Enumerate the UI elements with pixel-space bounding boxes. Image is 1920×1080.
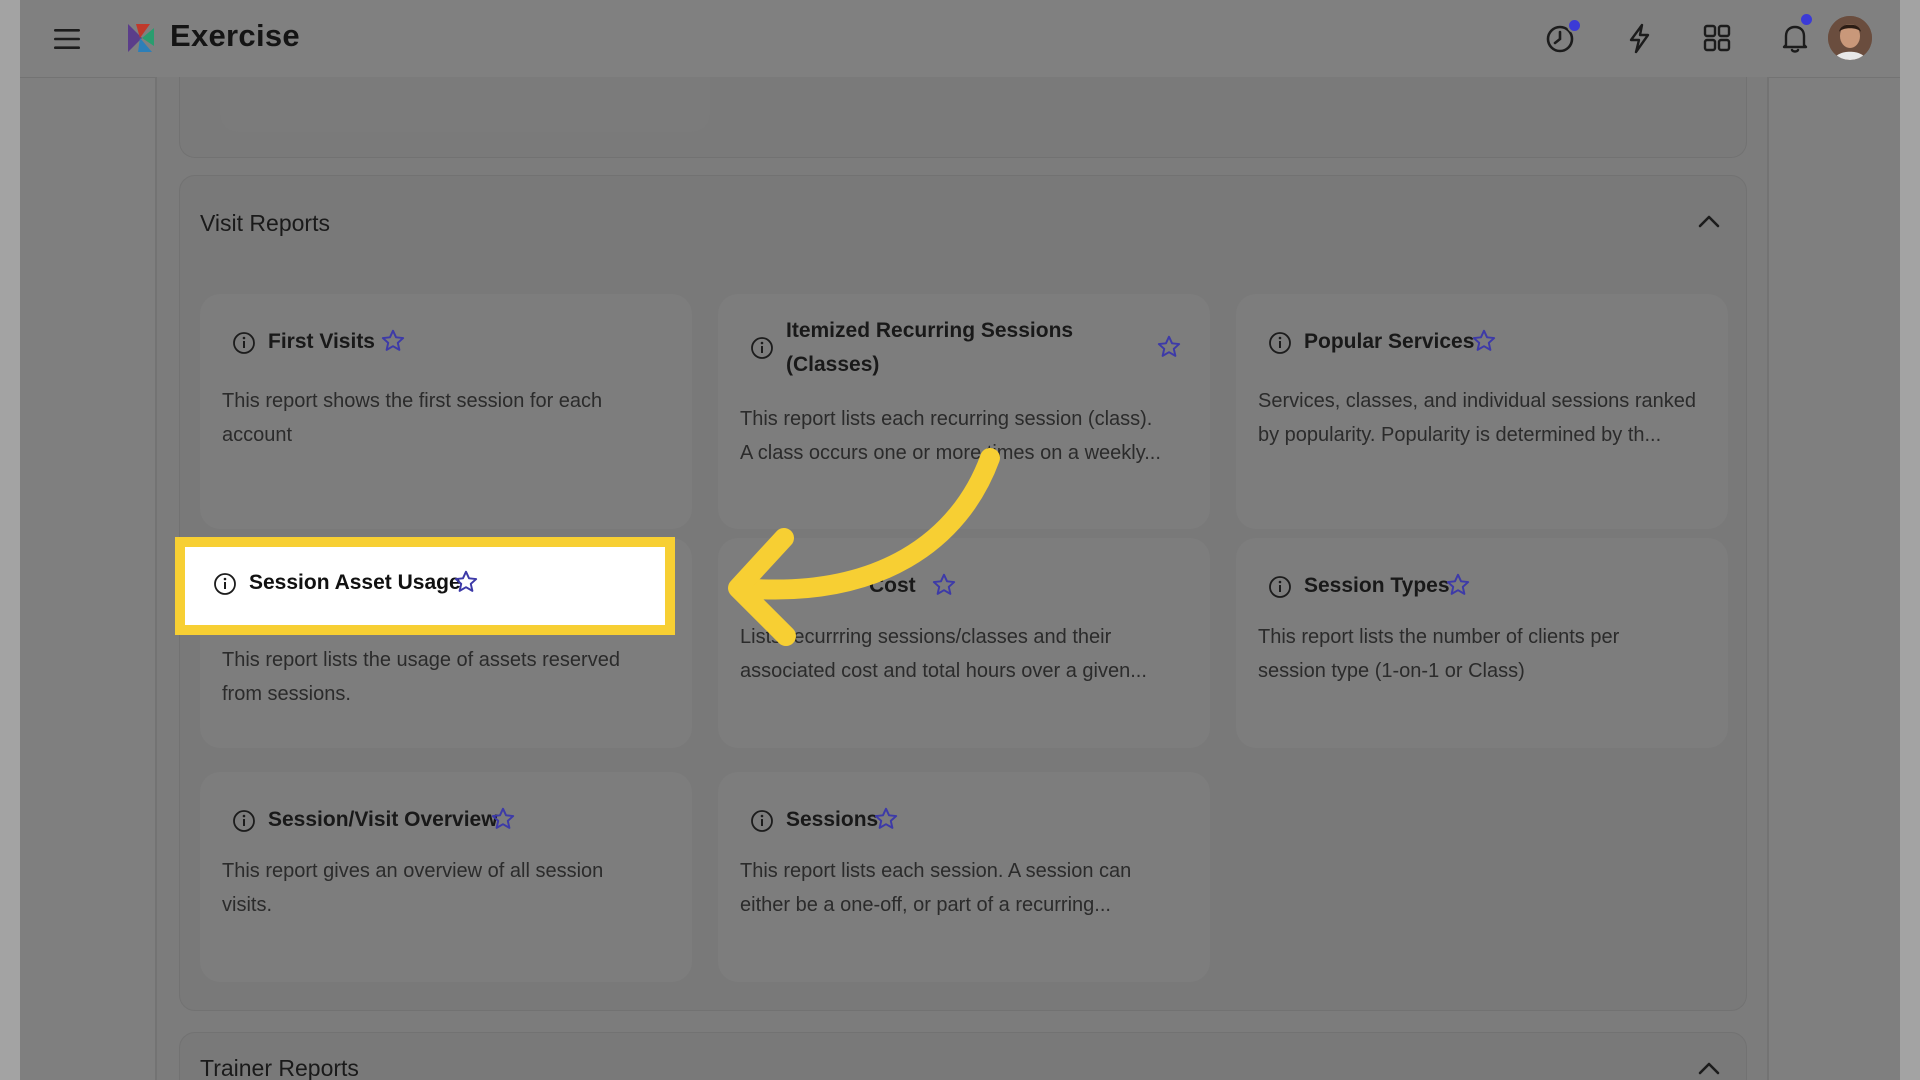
card-description: This report shows the first session for … bbox=[222, 390, 603, 446]
card-title: Session Asset Usage bbox=[249, 571, 461, 594]
card-header: Popular Services bbox=[1268, 326, 1708, 362]
card-header: First Visits bbox=[232, 326, 672, 362]
card-header: Session Types bbox=[1268, 570, 1708, 606]
star-outline-icon[interactable] bbox=[490, 806, 516, 832]
info-icon[interactable] bbox=[232, 809, 256, 833]
previous-section bbox=[179, 77, 1747, 158]
lightning-icon[interactable] bbox=[1621, 20, 1657, 56]
chevron-up-icon[interactable] bbox=[1694, 1057, 1724, 1080]
info-icon[interactable] bbox=[750, 809, 774, 833]
card-description: Lists recurrring sessions/classes and th… bbox=[740, 626, 1147, 682]
info-icon[interactable] bbox=[213, 572, 237, 596]
card-header: Cost bbox=[750, 570, 1190, 606]
notification-dot bbox=[1799, 12, 1814, 27]
card-title: First Visits bbox=[268, 330, 375, 353]
card-description: This report lists each session. A sessio… bbox=[740, 860, 1132, 916]
star-outline-icon[interactable] bbox=[873, 806, 899, 832]
report-card-popular-services[interactable]: Popular Services Services, classes, and … bbox=[1236, 294, 1728, 529]
avatar[interactable] bbox=[1828, 16, 1872, 60]
app-title: Exercise bbox=[170, 18, 300, 53]
star-outline-icon[interactable] bbox=[1471, 328, 1497, 354]
report-card-sessions[interactable]: Sessions This report lists each session.… bbox=[718, 772, 1210, 982]
card-header: Session/Visit Overview bbox=[232, 804, 672, 840]
info-icon[interactable] bbox=[1268, 331, 1292, 355]
report-card-session-types[interactable]: Session Types This report lists the numb… bbox=[1236, 538, 1728, 748]
card-title: Sessions bbox=[786, 808, 879, 831]
card-title: Session/Visit Overview bbox=[268, 808, 498, 831]
hamburger-icon[interactable] bbox=[52, 26, 82, 52]
info-icon[interactable] bbox=[1268, 575, 1292, 599]
star-outline-icon[interactable] bbox=[380, 328, 406, 354]
report-card-itemized-recurring-sessions[interactable]: Itemized Recurring Sessions (Classes) Th… bbox=[718, 294, 1210, 529]
card-description: This report gives an overview of all ses… bbox=[222, 860, 604, 916]
card-header: Sessions bbox=[750, 804, 1190, 840]
star-outline-icon[interactable] bbox=[1156, 334, 1182, 360]
info-icon[interactable] bbox=[232, 331, 256, 355]
section-title: Visit Reports bbox=[200, 210, 330, 236]
highlighted-session-asset-usage[interactable]: Session Asset Usage bbox=[175, 537, 675, 635]
notification-dot bbox=[1567, 18, 1582, 33]
card-title: Popular Services bbox=[1304, 330, 1475, 353]
card-title: Session Types bbox=[1304, 574, 1450, 597]
clock-icon[interactable] bbox=[1543, 18, 1582, 56]
section-title: Trainer Reports bbox=[200, 1055, 359, 1080]
chevron-up-icon[interactable] bbox=[1694, 210, 1724, 234]
card-description: This report lists the usage of assets re… bbox=[222, 649, 620, 705]
star-outline-icon[interactable] bbox=[453, 569, 479, 595]
info-icon[interactable] bbox=[750, 336, 774, 360]
app-logo[interactable] bbox=[122, 20, 158, 56]
card-header: Session Asset Usage bbox=[213, 567, 645, 603]
report-card[interactable] bbox=[220, 77, 710, 132]
star-outline-icon[interactable] bbox=[931, 572, 957, 598]
trainer-reports-section: Trainer Reports bbox=[179, 1032, 1747, 1080]
report-card-recurring-session-cost[interactable]: Cost Lists recurrring sessions/classes a… bbox=[718, 538, 1210, 748]
top-bar: Exercise bbox=[20, 0, 1900, 78]
card-title: Cost bbox=[869, 574, 916, 597]
card-description: This report lists the number of clients … bbox=[1258, 626, 1620, 682]
card-title: Itemized Recurring Sessions (Classes) bbox=[786, 319, 1074, 376]
card-header: Itemized Recurring Sessions (Classes) bbox=[750, 314, 1190, 384]
grid-icon[interactable] bbox=[1699, 20, 1735, 56]
star-outline-icon[interactable] bbox=[1445, 572, 1471, 598]
report-card-session-visit-overview[interactable]: Session/Visit Overview This report gives… bbox=[200, 772, 692, 982]
report-card-first-visits[interactable]: First Visits This report shows the first… bbox=[200, 294, 692, 529]
card-description: Services, classes, and individual sessio… bbox=[1258, 390, 1696, 446]
card-description: This report lists each recurring session… bbox=[740, 408, 1161, 464]
bell-icon[interactable] bbox=[1777, 12, 1814, 56]
